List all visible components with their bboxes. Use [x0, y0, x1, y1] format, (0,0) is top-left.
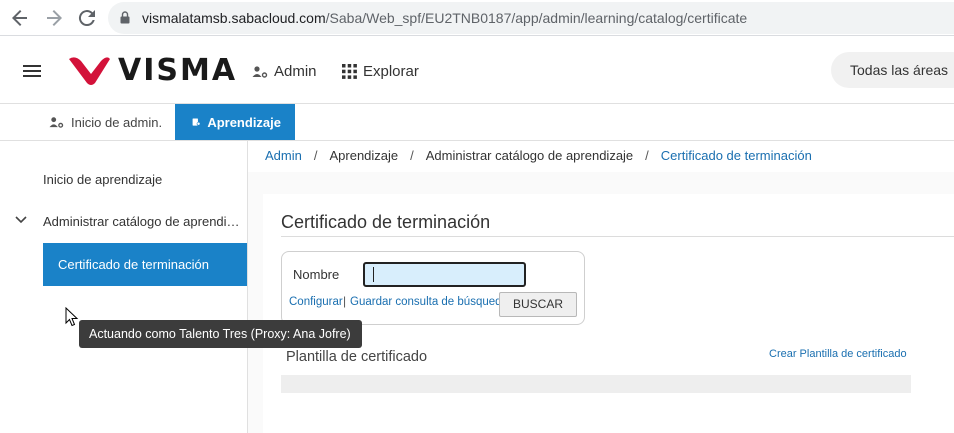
proxy-tooltip: Actuando como Talento Tres (Proxy: Ana J…	[79, 320, 362, 348]
breadcrumb-admin[interactable]: Admin	[265, 148, 302, 163]
configure-link[interactable]: Configurar	[289, 296, 343, 308]
breadcrumb-current[interactable]: Certificado de terminación	[661, 148, 812, 163]
admin-home-user-gear-icon	[49, 116, 64, 128]
link-separator: |	[343, 294, 347, 308]
url-text: vismalatamsb.sabacloud.com/Saba/Web_spf/…	[142, 10, 747, 26]
title-divider	[281, 236, 954, 237]
breadcrumb-separator: /	[645, 148, 649, 163]
url-path: /Saba/Web_spf/EU2TNB0187/app/admin/learn…	[325, 10, 748, 26]
chevron-down-icon[interactable]	[15, 216, 27, 224]
browser-toolbar: vismalatamsb.sabacloud.com/Saba/Web_spf/…	[0, 0, 954, 36]
sidebar-item-learning-home[interactable]: Inicio de aprendizaje	[43, 172, 162, 187]
explore-link[interactable]: Explorar	[342, 63, 419, 80]
hamburger-menu-icon[interactable]	[23, 65, 41, 77]
admin-label: Admin	[274, 63, 317, 80]
visma-logo-icon	[69, 57, 110, 85]
reload-icon[interactable]	[75, 6, 99, 30]
sidebar-item-completion-certificate[interactable]: Certificado de terminación	[43, 243, 247, 286]
tab-bar: Inicio de admin. Aprendizaje	[0, 104, 954, 141]
tab-learning[interactable]: Aprendizaje	[175, 104, 295, 140]
explore-label: Explorar	[363, 63, 419, 80]
breadcrumb-separator: /	[313, 148, 318, 163]
forward-arrow-icon[interactable]	[42, 6, 66, 30]
search-button[interactable]: BUSCAR	[499, 292, 577, 317]
section-title: Plantilla de certificado	[286, 349, 428, 365]
admin-link[interactable]: Admin	[252, 63, 317, 80]
tab-admin-home-label: Inicio de admin.	[71, 114, 163, 130]
save-query-link[interactable]: Guardar consulta de búsqueda	[350, 296, 508, 308]
text-caret	[373, 267, 374, 282]
back-arrow-icon[interactable]	[8, 6, 32, 30]
address-bar[interactable]: vismalatamsb.sabacloud.com/Saba/Web_spf/…	[108, 2, 954, 34]
tab-learning-label: Aprendizaje	[207, 114, 281, 130]
sidebar: Inicio de aprendizaje Administrar catálo…	[0, 141, 248, 433]
breadcrumb-learning: Aprendizaje	[329, 148, 399, 163]
create-template-link[interactable]: Crear Plantilla de certificado	[769, 348, 907, 360]
breadcrumb: Admin / Aprendizaje / Administrar catálogo d…	[265, 148, 812, 163]
tab-admin-home[interactable]: Inicio de admin.	[35, 104, 176, 140]
app-header: VISMA Admin Explorar Todas las áreas	[0, 36, 954, 104]
visma-logo-text: VISMA	[118, 53, 238, 88]
breadcrumb-manage-catalog: Administrar catálogo de aprendizaje	[425, 148, 634, 163]
lock-icon	[120, 11, 130, 24]
sidebar-item-manage-catalog[interactable]: Administrar catálogo de aprendi…	[43, 214, 240, 229]
url-host: vismalatamsb.sabacloud.com	[142, 10, 326, 26]
name-input[interactable]	[363, 262, 526, 287]
learning-book-icon	[192, 118, 201, 126]
page-title: Certificado de terminación	[281, 212, 491, 232]
results-grid-header	[281, 375, 911, 393]
name-label: Nombre	[293, 267, 340, 282]
admin-user-gear-icon	[252, 65, 268, 78]
apps-grid-icon	[342, 64, 357, 79]
area-selector[interactable]: Todas las áreas	[831, 52, 954, 88]
breadcrumb-separator: /	[410, 148, 414, 163]
mouse-cursor-icon	[65, 307, 79, 327]
